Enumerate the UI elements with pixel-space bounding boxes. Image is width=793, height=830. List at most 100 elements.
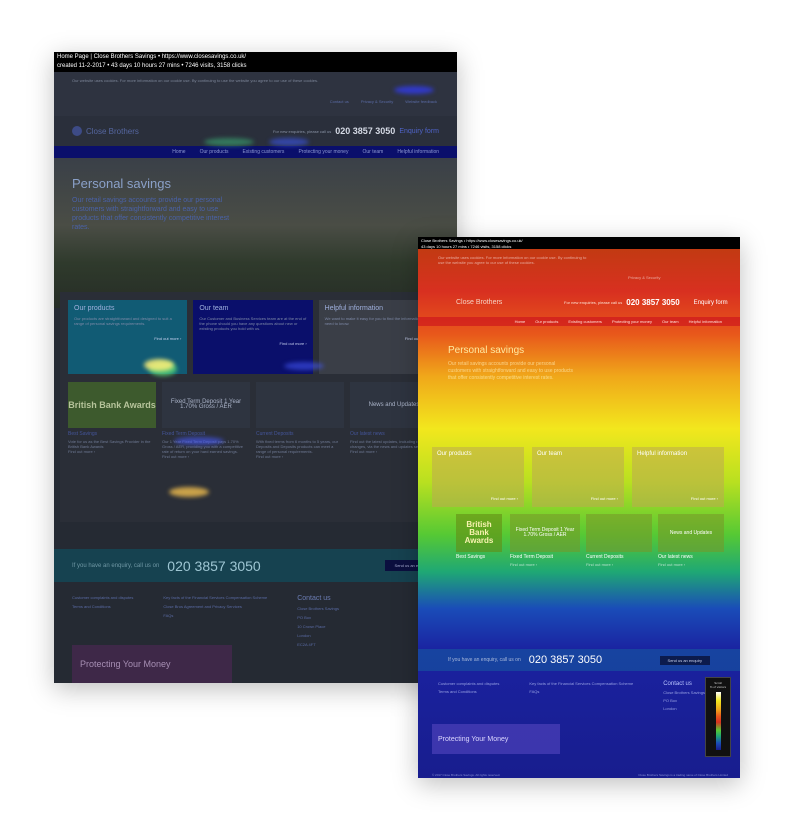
product-title: Fixed Term Deposit — [510, 554, 553, 560]
cta-text: If you have an enquiry, call us on — [72, 562, 160, 569]
page-overlay: Our website uses cookies. For more infor… — [418, 249, 740, 778]
card-link[interactable]: Find out more › — [591, 496, 618, 501]
product-title: Best Savings — [68, 431, 98, 437]
contact-line: Close Brothers Savings — [663, 690, 705, 695]
footer-link[interactable]: Terms and Conditions — [438, 689, 499, 694]
product-link[interactable]: Find out more › — [586, 562, 652, 567]
card-our-products[interactable]: Our products Find out more › — [432, 447, 524, 507]
rate-image: Fixed Term Deposit 1 Year 1.70% Gross / … — [162, 382, 250, 428]
product-title: Our latest news — [658, 554, 693, 560]
enquiry-strip: If you have an enquiry, call us on 020 3… — [54, 549, 457, 582]
nav-protecting-money[interactable]: Protecting your money — [298, 149, 348, 155]
product-link[interactable]: Find out more › — [162, 454, 250, 459]
product-link[interactable]: Find out more › — [256, 454, 344, 459]
product-deposits[interactable]: Current Deposits With fixed terms from 6… — [256, 382, 344, 506]
phone-prompt: For new enquiries, please call us — [564, 300, 623, 305]
logo-mark-icon — [72, 126, 82, 136]
site-footer: Customer complaints and disputes Terms a… — [438, 681, 705, 714]
nav-our-products[interactable]: Our products — [535, 319, 558, 324]
nav-our-team[interactable]: Our team — [362, 149, 383, 155]
product-fixed-term[interactable]: Fixed Term Deposit 1 Year 1.70% Gross / … — [510, 514, 580, 604]
cta-phone: 020 3857 3050 — [167, 557, 261, 574]
feature-cards: Our products Our products are straightfo… — [68, 300, 438, 374]
card-link[interactable]: Find out more › — [74, 336, 181, 341]
footer-link[interactable]: Customer complaints and disputes — [438, 681, 499, 686]
product-deposits[interactable]: Current Deposits Find out more › — [586, 514, 652, 604]
legal-text: Close Brothers Savings is a trading name… — [638, 773, 728, 777]
site-footer: Customer complaints and disputes Terms a… — [72, 595, 442, 651]
nav-helpful-info[interactable]: Helpful information — [689, 319, 722, 324]
header-phone: For new enquiries, please call us 020 38… — [564, 298, 728, 307]
click-blob-nav — [204, 138, 254, 146]
click-blob-nav-2 — [269, 138, 309, 146]
caption-line-2: created 11-2-2017 • 43 days 10 hours 27 … — [57, 63, 247, 69]
product-text: With fixed terms from 6 months to 5 year… — [256, 439, 339, 454]
footer-link[interactable]: Customer complaints and disputes — [72, 595, 133, 600]
rate-image: Fixed Term Deposit 1 Year 1.70% Gross / … — [510, 514, 580, 552]
product-news[interactable]: News and Updates Our latest news Find ou… — [658, 514, 724, 604]
footer-link[interactable]: Key facts of the Financial Services Comp… — [529, 681, 633, 686]
product-title: Current Deposits — [256, 431, 294, 437]
cookie-notice: Our website uses cookies. For more infor… — [72, 78, 319, 83]
product-link[interactable]: Find out more › — [68, 449, 156, 454]
main-nav: Home Our products Existing customers Pro… — [418, 317, 740, 326]
card-link[interactable]: Find out more › — [691, 496, 718, 501]
card-title: Our products — [74, 305, 115, 312]
logo-text: Close Brothers — [86, 126, 139, 136]
footer-link[interactable]: Terms and Conditions — [72, 604, 133, 609]
nav-protecting-money[interactable]: Protecting your money — [612, 319, 652, 324]
enquiry-form-link[interactable]: Enquiry form — [399, 128, 439, 135]
product-link[interactable]: Find out more › — [658, 562, 724, 567]
card-link[interactable]: Find out more › — [325, 336, 432, 341]
footer-link[interactable]: FAQs — [163, 613, 267, 618]
product-tiles: British Bank Awards Best Savings Vote fo… — [68, 374, 438, 506]
main-nav: Home Our products Existing customers Pro… — [54, 146, 457, 158]
site-logo[interactable]: Close Brothers — [456, 299, 502, 306]
card-text: Our products are straightforward and des… — [74, 316, 172, 326]
nav-existing-customers[interactable]: Existing customers — [242, 149, 284, 155]
card-helpful-info[interactable]: Helpful information Find out more › — [632, 447, 724, 507]
legend-label: % of visitors — [709, 685, 727, 689]
deposits-image — [586, 514, 652, 552]
send-enquiry-button[interactable]: Send us an enquiry — [659, 655, 710, 665]
deposits-image — [256, 382, 344, 428]
footer-link[interactable]: Key facts of the Financial Services Comp… — [163, 595, 267, 600]
util-link-privacy[interactable]: Privacy & Security — [361, 99, 393, 104]
phone-number: 020 3857 3050 — [335, 126, 396, 136]
nav-our-team[interactable]: Our team — [662, 319, 679, 324]
util-link-privacy[interactable]: Privacy & Security — [628, 275, 660, 280]
card-our-team[interactable]: Our team Find out more › — [532, 447, 624, 507]
footer-link[interactable]: FAQs — [529, 689, 633, 694]
hero-text: Our retail savings accounts provide our … — [72, 197, 230, 231]
product-awards[interactable]: British Bank Awards Best Savings Vote fo… — [68, 382, 156, 506]
footer-link[interactable]: Close Bros Agreement and Privacy Service… — [163, 604, 267, 609]
enquiry-form-link[interactable]: Enquiry form — [694, 300, 728, 306]
footer-contact: Contact us Close Brothers Savings PO Box… — [663, 681, 705, 714]
product-awards[interactable]: British Bank Awards Best Savings — [456, 514, 502, 604]
protecting-money-banner[interactable]: Protecting Your Money — [72, 645, 232, 683]
awards-image: British Bank Awards — [456, 514, 502, 552]
product-link[interactable]: Find out more › — [510, 562, 580, 567]
cookie-notice: Our website uses cookies. For more infor… — [438, 255, 587, 265]
nav-helpful-info[interactable]: Helpful information — [397, 149, 439, 155]
contact-line: PO Box — [297, 615, 311, 620]
nav-home[interactable]: Home — [515, 319, 526, 324]
click-blob-fixed-term — [169, 487, 209, 497]
click-heatmap-screenshot: Home Page | Close Brothers Savings • htt… — [54, 52, 457, 683]
phone-prompt: For new enquiries, please call us — [272, 128, 332, 134]
heatmap-caption: Home Page | Close Brothers Savings • htt… — [54, 52, 457, 72]
heat-legend: Scroll % of visitors — [705, 677, 731, 757]
card-link[interactable]: Find out more › — [199, 341, 307, 346]
site-header: Close Brothers For new enquiries, please… — [54, 116, 457, 146]
hero-title: Personal savings — [448, 345, 525, 356]
cookie-banner: Our website uses cookies. For more infor… — [54, 72, 457, 116]
util-link-contact[interactable]: Contact us — [330, 99, 349, 104]
util-link-feedback[interactable]: Website feedback — [405, 99, 437, 104]
card-link[interactable]: Find out more › — [491, 496, 518, 501]
content-panel: Our products Our products are straightfo… — [60, 292, 446, 522]
nav-home[interactable]: Home — [172, 149, 185, 155]
nav-our-products[interactable]: Our products — [200, 149, 229, 155]
protecting-money-banner[interactable]: Protecting Your Money — [432, 724, 560, 754]
site-logo[interactable]: Close Brothers — [72, 126, 139, 136]
nav-existing-customers[interactable]: Existing customers — [568, 319, 602, 324]
